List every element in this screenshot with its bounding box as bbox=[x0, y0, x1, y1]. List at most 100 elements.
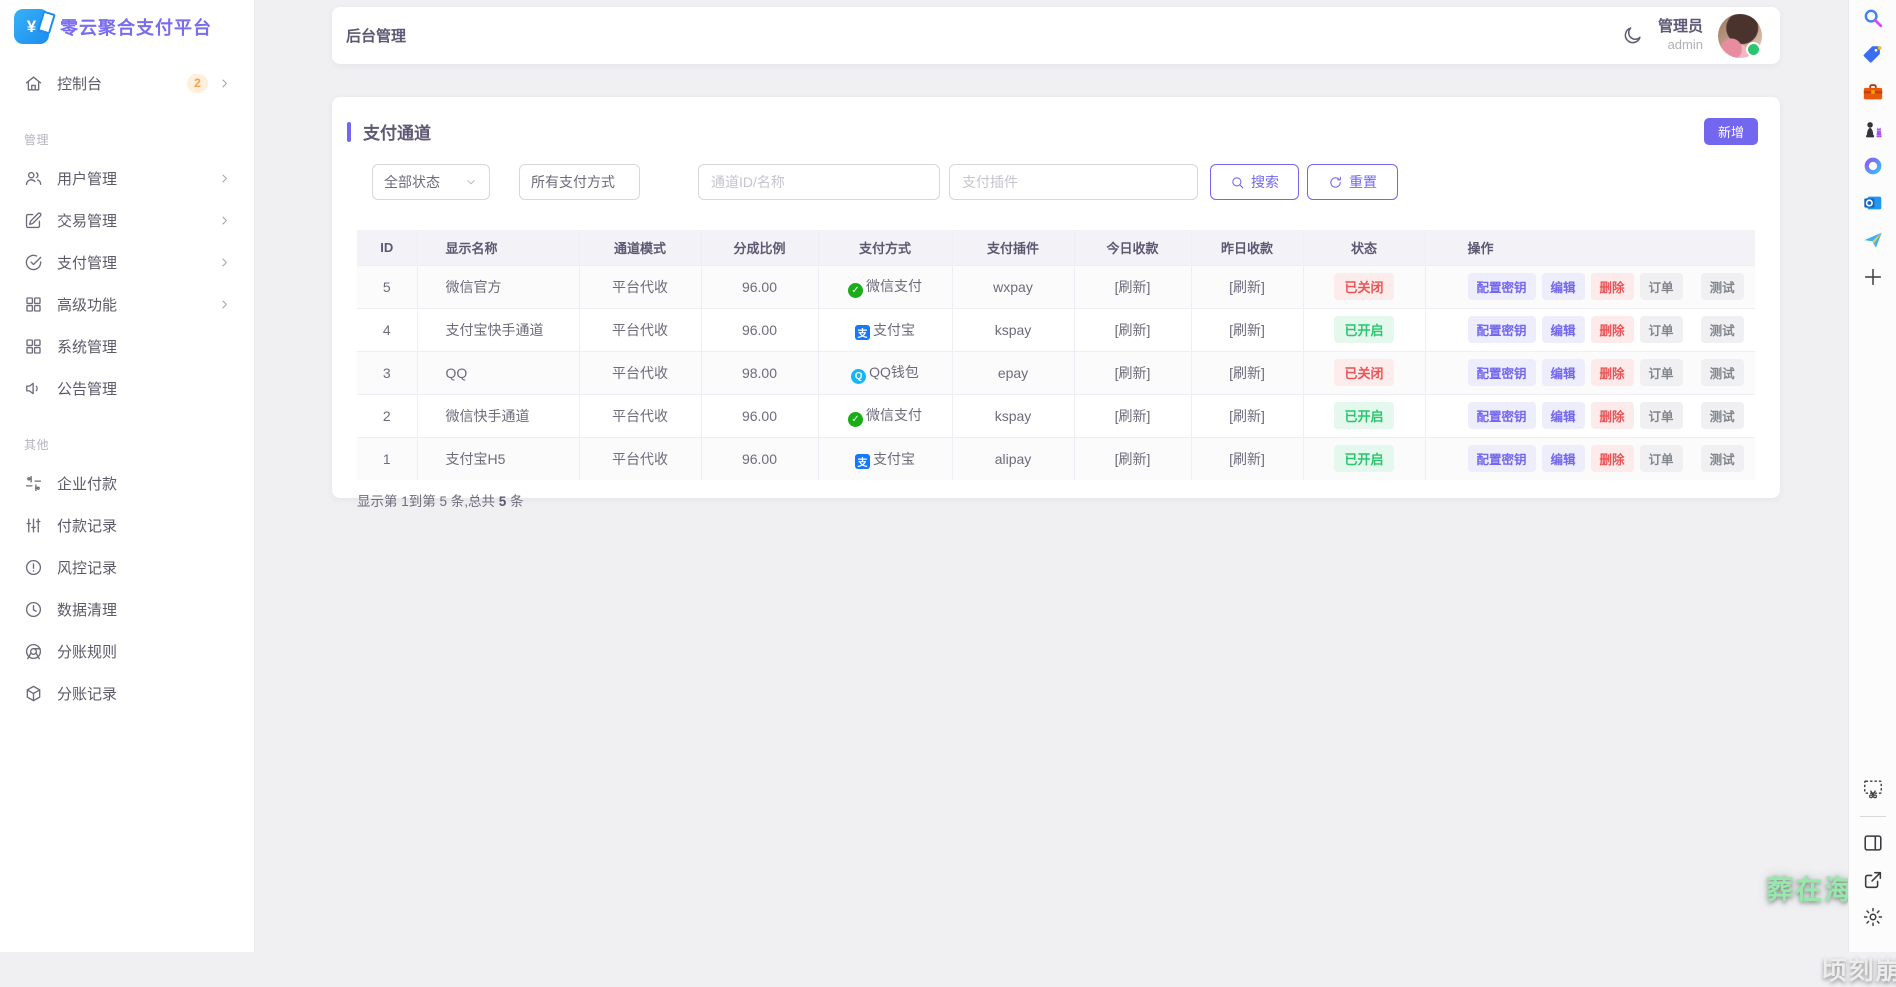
browser-ext-snip-icon[interactable] bbox=[1861, 777, 1885, 801]
browser-ext-search-icon[interactable] bbox=[1861, 6, 1885, 30]
action-config-key-button[interactable]: 配置密钥 bbox=[1468, 445, 1536, 472]
action-test-button[interactable]: 测试 bbox=[1701, 273, 1744, 300]
browser-ext-settings-icon[interactable] bbox=[1861, 905, 1885, 929]
sidebar-item-alert-circle[interactable]: 风控记录 bbox=[0, 546, 254, 588]
action-order-button[interactable]: 订单 bbox=[1640, 316, 1683, 343]
search-button[interactable]: 搜索 bbox=[1210, 164, 1299, 200]
action-edit-button[interactable]: 编辑 bbox=[1542, 402, 1585, 429]
browser-ext-telegram-icon[interactable] bbox=[1861, 228, 1885, 252]
chrome-icon bbox=[24, 642, 43, 661]
table-row: 4支付宝快手通道平台代收96.00支支付宝kspay[刷新][刷新]已开启配置密… bbox=[357, 308, 1755, 351]
sidebar-item-sliders[interactable]: 付款记录 bbox=[0, 504, 254, 546]
panel-title: 支付通道 bbox=[347, 119, 431, 144]
sidebar-section-title: 其他 bbox=[0, 409, 254, 462]
refresh-today-link[interactable]: [刷新] bbox=[1115, 322, 1151, 338]
status-badge: 已开启 bbox=[1334, 316, 1393, 343]
sidebar-item-chrome[interactable]: 分账规则 bbox=[0, 630, 254, 672]
clock-icon bbox=[24, 600, 43, 619]
dark-mode-moon-icon[interactable] bbox=[1622, 25, 1643, 46]
chevron-right-icon bbox=[217, 171, 232, 186]
action-config-key-button[interactable]: 配置密钥 bbox=[1468, 273, 1536, 300]
reset-button[interactable]: 重置 bbox=[1307, 164, 1398, 200]
action-edit-button[interactable]: 编辑 bbox=[1542, 445, 1585, 472]
action-delete-button[interactable]: 删除 bbox=[1591, 316, 1634, 343]
table-row: 2微信快手通道平台代收96.00✓微信支付kspay[刷新][刷新]已开启配置密… bbox=[357, 394, 1755, 437]
refresh-today-link[interactable]: [刷新] bbox=[1115, 365, 1151, 381]
box-icon bbox=[24, 684, 43, 703]
refresh-icon bbox=[1328, 175, 1343, 190]
action-order-button[interactable]: 订单 bbox=[1640, 445, 1683, 472]
status-badge: 已开启 bbox=[1334, 445, 1393, 472]
pay-method-select[interactable]: 所有支付方式 bbox=[519, 164, 640, 200]
action-order-button[interactable]: 订单 bbox=[1640, 402, 1683, 429]
table-row: 3QQ平台代收98.00QQQ钱包epay[刷新][刷新]已关闭配置密钥编辑删除… bbox=[357, 351, 1755, 394]
refresh-yesterday-link[interactable]: [刷新] bbox=[1229, 365, 1265, 381]
browser-ext-outlook-icon[interactable] bbox=[1861, 191, 1885, 215]
browser-ext-tag-icon[interactable] bbox=[1861, 43, 1885, 67]
action-delete-button[interactable]: 删除 bbox=[1591, 445, 1634, 472]
action-test-button[interactable]: 测试 bbox=[1701, 359, 1744, 386]
sidebar-item-slack[interactable]: 企业付款 bbox=[0, 462, 254, 504]
sidebar-item-box[interactable]: 分账记录 bbox=[0, 672, 254, 714]
chevron-right-icon bbox=[217, 76, 232, 91]
browser-ext-loop-icon[interactable] bbox=[1861, 154, 1885, 178]
refresh-today-link[interactable]: [刷新] bbox=[1115, 451, 1151, 467]
sidebar-item-console[interactable]: 控制台 2 bbox=[0, 62, 254, 104]
refresh-yesterday-link[interactable]: [刷新] bbox=[1229, 279, 1265, 295]
channel-id-input[interactable] bbox=[698, 164, 940, 200]
browser-ext-split-view-icon[interactable] bbox=[1861, 831, 1885, 855]
payment-channel-panel: 支付通道 新增 全部状态 所有支付方式 搜索 重置 bbox=[332, 97, 1780, 498]
column-header: 今日收款 bbox=[1074, 230, 1191, 265]
sidebar: ¥ 零云聚合支付平台 控制台 2 管理用户管理交易管理支付管理高级功能系统管理公… bbox=[0, 0, 255, 952]
browser-ext-external-link-icon[interactable] bbox=[1861, 868, 1885, 892]
action-order-button[interactable]: 订单 bbox=[1640, 273, 1683, 300]
status-select[interactable]: 全部状态 bbox=[372, 164, 490, 200]
wechat-pay-icon: ✓ bbox=[848, 412, 863, 427]
subtitle-line-2: 顷刻崩塌的铁轨 bbox=[1760, 951, 1896, 987]
action-edit-button[interactable]: 编辑 bbox=[1542, 273, 1585, 300]
action-test-button[interactable]: 测试 bbox=[1701, 445, 1744, 472]
action-order-button[interactable]: 订单 bbox=[1640, 359, 1683, 386]
refresh-yesterday-link[interactable]: [刷新] bbox=[1229, 408, 1265, 424]
table-row: 1支付宝H5平台代收96.00支支付宝alipay[刷新][刷新]已开启配置密钥… bbox=[357, 437, 1755, 480]
user-menu[interactable]: 管理员 admin bbox=[1658, 18, 1703, 53]
action-test-button[interactable]: 测试 bbox=[1701, 402, 1744, 429]
users-icon bbox=[24, 169, 43, 188]
add-button[interactable]: 新增 bbox=[1704, 118, 1758, 145]
sliders-icon bbox=[24, 516, 43, 535]
refresh-yesterday-link[interactable]: [刷新] bbox=[1229, 322, 1265, 338]
action-delete-button[interactable]: 删除 bbox=[1591, 273, 1634, 300]
action-config-key-button[interactable]: 配置密钥 bbox=[1468, 316, 1536, 343]
sidebar-item-users[interactable]: 用户管理 bbox=[0, 157, 254, 199]
alert-circle-icon bbox=[24, 558, 43, 577]
sidebar-item-grid[interactable]: 系统管理 bbox=[0, 325, 254, 367]
pay-plugin-input[interactable] bbox=[949, 164, 1198, 200]
sidebar-item-clock[interactable]: 数据清理 bbox=[0, 588, 254, 630]
action-config-key-button[interactable]: 配置密钥 bbox=[1468, 359, 1536, 386]
browser-ext-chess-icon[interactable] bbox=[1861, 117, 1885, 141]
action-config-key-button[interactable]: 配置密钥 bbox=[1468, 402, 1536, 429]
brand: ¥ 零云聚合支付平台 bbox=[0, 0, 254, 50]
action-edit-button[interactable]: 编辑 bbox=[1542, 316, 1585, 343]
user-username: admin bbox=[1658, 37, 1703, 53]
browser-ext-toolbox-icon[interactable] bbox=[1861, 80, 1885, 104]
action-delete-button[interactable]: 删除 bbox=[1591, 402, 1634, 429]
action-delete-button[interactable]: 删除 bbox=[1591, 359, 1634, 386]
sidebar-item-check-circle[interactable]: 支付管理 bbox=[0, 241, 254, 283]
status-badge: 已开启 bbox=[1334, 402, 1393, 429]
search-icon bbox=[1230, 175, 1245, 190]
column-header: 昨日收款 bbox=[1191, 230, 1303, 265]
refresh-today-link[interactable]: [刷新] bbox=[1115, 279, 1151, 295]
avatar[interactable] bbox=[1718, 14, 1762, 58]
status-badge: 已关闭 bbox=[1334, 359, 1393, 386]
action-edit-button[interactable]: 编辑 bbox=[1542, 359, 1585, 386]
refresh-today-link[interactable]: [刷新] bbox=[1115, 408, 1151, 424]
sidebar-item-edit[interactable]: 交易管理 bbox=[0, 199, 254, 241]
browser-ext-add-icon[interactable] bbox=[1861, 265, 1885, 289]
action-test-button[interactable]: 测试 bbox=[1701, 316, 1744, 343]
sidebar-item-volume[interactable]: 公告管理 bbox=[0, 367, 254, 409]
chevron-down-icon bbox=[464, 175, 478, 189]
column-header: 分成比例 bbox=[701, 230, 818, 265]
refresh-yesterday-link[interactable]: [刷新] bbox=[1229, 451, 1265, 467]
sidebar-item-grid[interactable]: 高级功能 bbox=[0, 283, 254, 325]
